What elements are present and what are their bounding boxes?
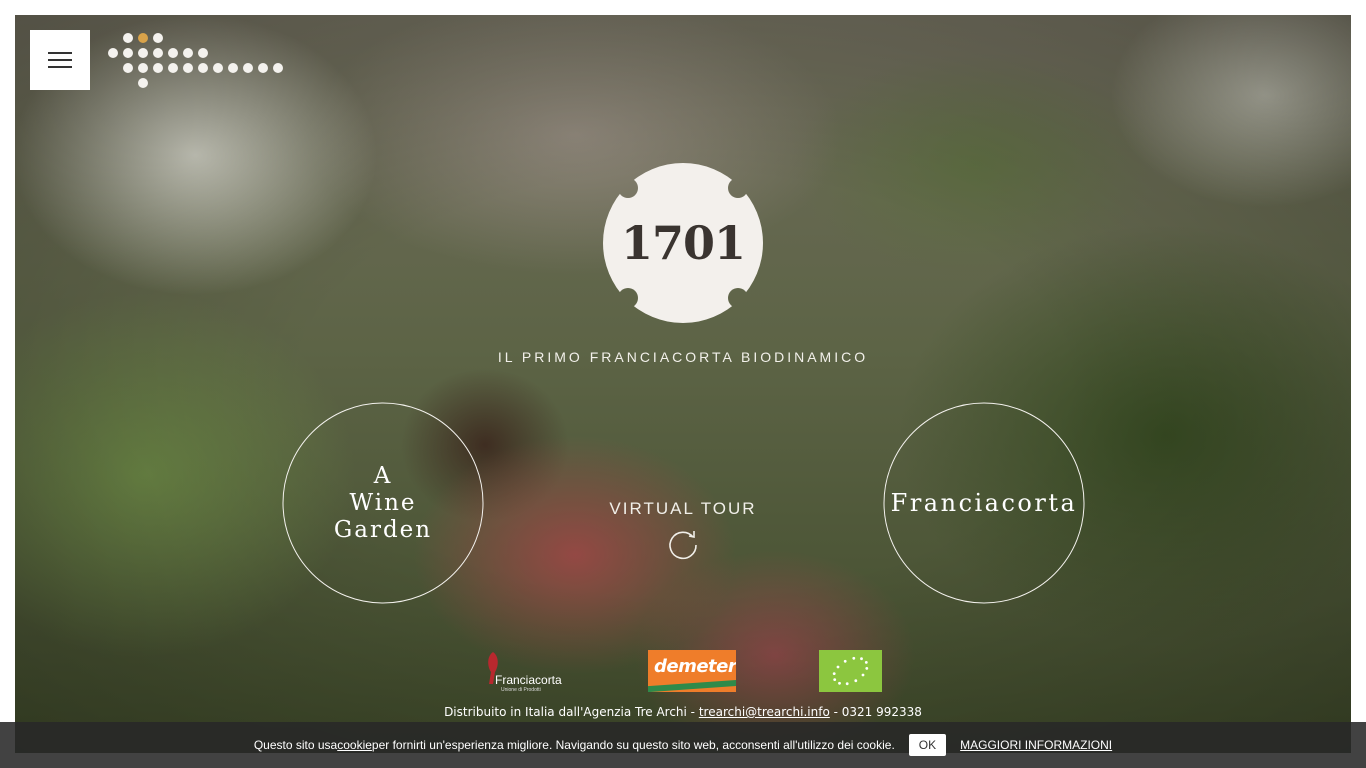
wine-garden-label: A Wine Garden — [282, 402, 484, 604]
logo-dot — [123, 33, 133, 43]
badge-line: A — [373, 462, 393, 489]
eu-star — [852, 656, 856, 660]
eu-star — [854, 679, 858, 683]
franciacorta-badge[interactable]: Franciacorta — [883, 402, 1085, 604]
eu-star — [836, 665, 840, 669]
logo-dot — [183, 48, 193, 58]
eu-star — [845, 682, 849, 686]
eu-organic-logo[interactable] — [819, 650, 882, 692]
wine-garden-badge[interactable]: A Wine Garden — [282, 402, 484, 604]
franciacorta-logo[interactable]: Franciacorta Unione di Prodotti — [483, 648, 567, 694]
logo-dot — [108, 48, 118, 58]
logo-dot — [138, 78, 148, 88]
franciacorta-word: Franciacorta — [495, 673, 562, 687]
logo-dot — [183, 63, 193, 73]
cookie-bar: Questo sito usa cookie per fornirti un'e… — [0, 722, 1366, 768]
virtual-tour-label: VIRTUAL TOUR — [609, 499, 757, 518]
emblem-1701-logo[interactable]: 1701 — [603, 163, 763, 323]
logo-dot — [273, 63, 283, 73]
dots-logo[interactable] — [108, 33, 293, 93]
logo-dot — [138, 63, 148, 73]
logo-dot — [123, 48, 133, 58]
logo-dot — [123, 63, 133, 73]
distrib-prefix: Distribuito in Italia dall'Agenzia Tre A… — [444, 705, 699, 719]
hero-background — [15, 15, 1351, 753]
emblem-text: 1701 — [620, 216, 746, 270]
eu-star — [838, 681, 841, 685]
menu-button[interactable] — [30, 30, 90, 90]
logo-dot — [168, 48, 178, 58]
eu-leaf-icon — [832, 656, 869, 686]
logo-dot — [228, 63, 238, 73]
phone-text: - 0321 992338 — [829, 705, 922, 719]
demeter-stripe — [648, 679, 736, 692]
logo-dot — [243, 63, 253, 73]
refresh-icon — [669, 531, 697, 560]
logo-dot — [213, 63, 223, 73]
cookie-link[interactable]: cookie — [337, 738, 372, 752]
badge-line: Garden — [333, 516, 433, 543]
eu-star — [861, 673, 865, 677]
franciacorta-label: Franciacorta — [890, 488, 1078, 517]
badge-line: Wine — [349, 489, 417, 516]
eu-star — [860, 657, 863, 661]
cookie-ok-button[interactable]: OK — [908, 734, 947, 756]
logo-dot — [258, 63, 268, 73]
virtual-tour-button[interactable]: VIRTUAL TOUR — [583, 499, 783, 579]
eu-star — [843, 659, 847, 663]
tagline: IL PRIMO FRANCIACORTA BIODINAMICO — [497, 349, 869, 365]
logo-dot — [153, 48, 163, 58]
logo-dot — [153, 33, 163, 43]
eu-star — [833, 678, 837, 681]
demeter-logo[interactable]: demeter — [648, 650, 736, 692]
logo-dot — [138, 33, 148, 43]
logo-dot — [168, 63, 178, 73]
email-link[interactable]: trearchi@trearchi.info — [699, 705, 830, 719]
cookie-text: Questo sito usa — [253, 738, 338, 752]
distributor-info: Distribuito in Italia dall'Agenzia Tre A… — [0, 705, 1366, 719]
logo-dot — [138, 48, 148, 58]
logo-dot — [153, 63, 163, 73]
eu-star — [864, 661, 868, 664]
cookie-text: per fornirti un'esperienza migliore. Nav… — [371, 738, 895, 752]
hamburger-icon — [48, 52, 72, 68]
franciacorta-sub: Unione di Prodotti — [501, 687, 541, 693]
more-info-link[interactable]: MAGGIORI INFORMAZIONI — [960, 738, 1112, 752]
demeter-word: demeter — [654, 656, 736, 677]
logo-dot — [198, 63, 208, 73]
eu-star — [865, 667, 869, 670]
logo-dot — [198, 48, 208, 58]
eu-star — [832, 672, 836, 675]
